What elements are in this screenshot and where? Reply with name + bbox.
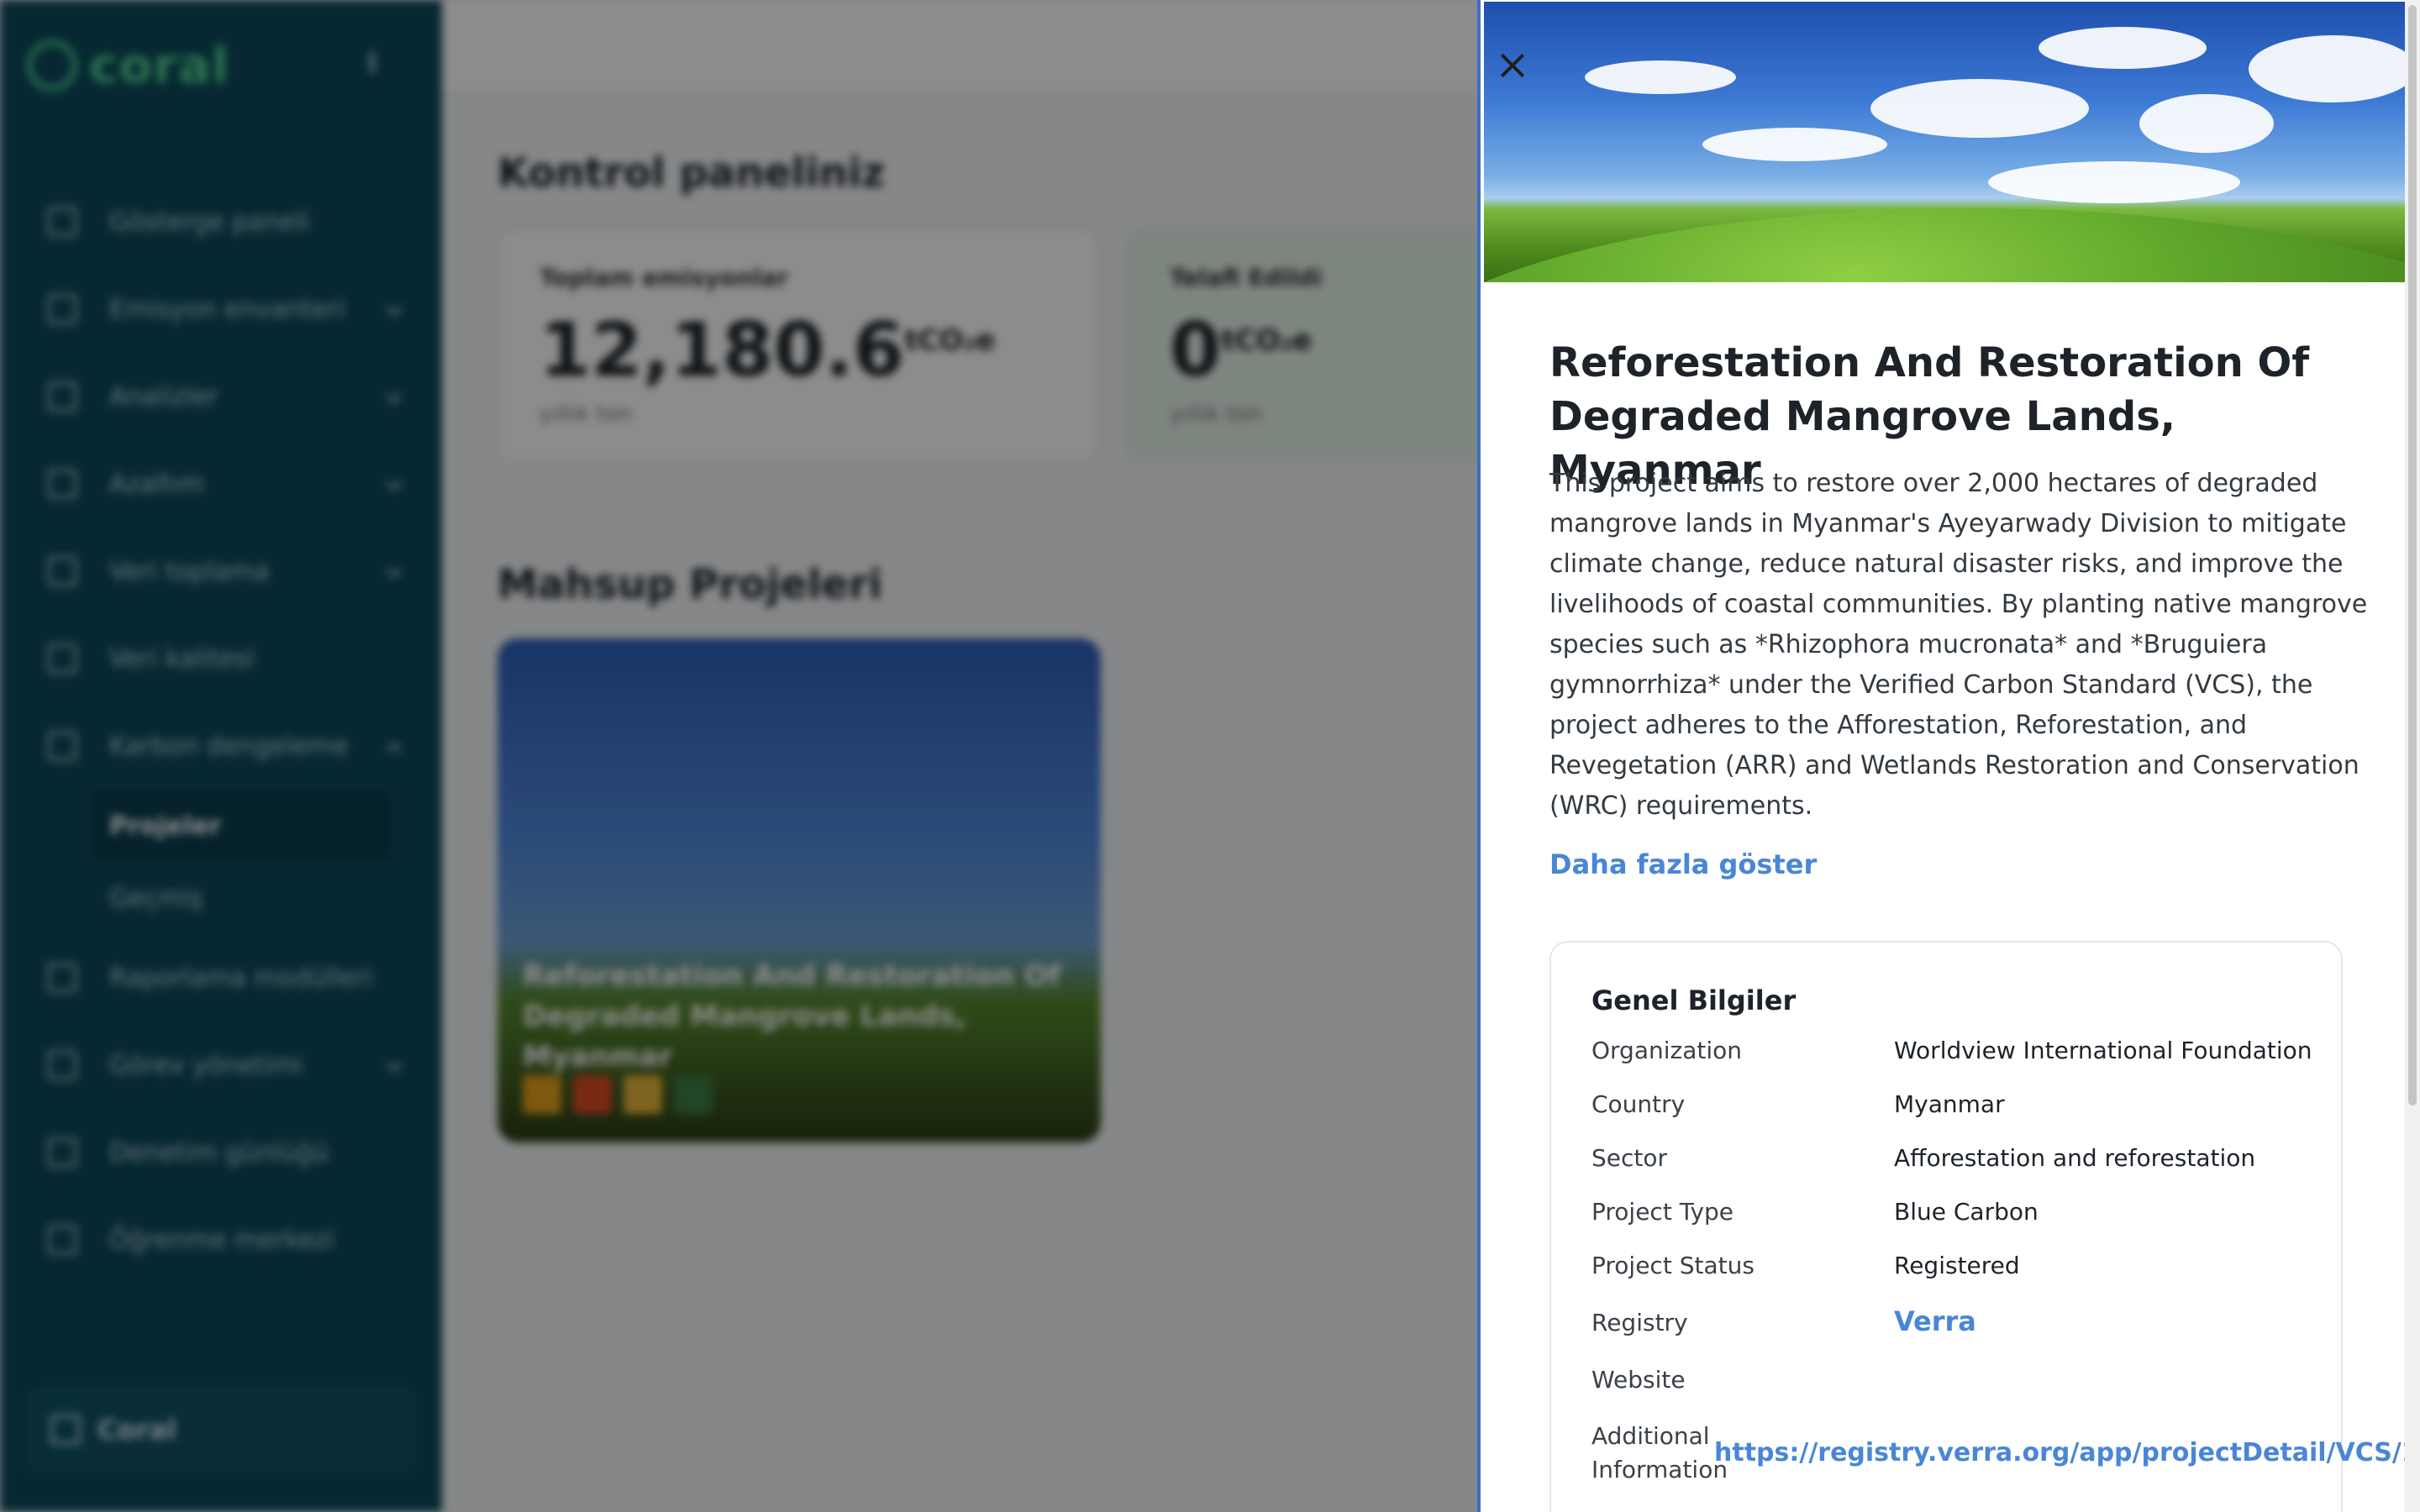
close-icon[interactable] xyxy=(1496,49,1529,82)
website-label: Website xyxy=(1591,1366,1686,1394)
scrollbar-thumb[interactable] xyxy=(2408,5,2417,1105)
additional-info-link[interactable]: https://registry.verra.org/app/projectDe… xyxy=(1714,1438,2420,1467)
additional-info-label: Additional Information xyxy=(1591,1422,1728,1483)
sector-value: Afforestation and reforestation xyxy=(1894,1144,2256,1172)
registry-link[interactable]: Verra xyxy=(1894,1305,1976,1337)
sector-label: Sector xyxy=(1591,1144,1668,1172)
show-more-link[interactable]: Daha fazla göster xyxy=(1549,848,1817,880)
country-label: Country xyxy=(1591,1090,1686,1118)
registry-label: Registry xyxy=(1591,1309,1688,1336)
project-description: This project aims to restore over 2,000 … xyxy=(1549,469,2368,821)
country-value: Myanmar xyxy=(1894,1090,2005,1118)
general-info-title: Genel Bilgiler xyxy=(1591,984,1797,1016)
organization-value: Worldview International Foundation xyxy=(1894,1037,2312,1064)
project-status-value: Registered xyxy=(1894,1252,2020,1279)
general-info-box: Genel Bilgiler Organization Worldview In… xyxy=(1549,941,2343,1512)
organization-label: Organization xyxy=(1591,1037,1743,1064)
project-status-label: Project Status xyxy=(1591,1252,1754,1279)
project-type-value: Blue Carbon xyxy=(1894,1198,2039,1226)
project-detail-panel: Reforestation And Restoration Of Degrade… xyxy=(1477,0,2420,1512)
project-hero-image xyxy=(1484,2,2408,282)
project-type-label: Project Type xyxy=(1591,1198,1734,1226)
